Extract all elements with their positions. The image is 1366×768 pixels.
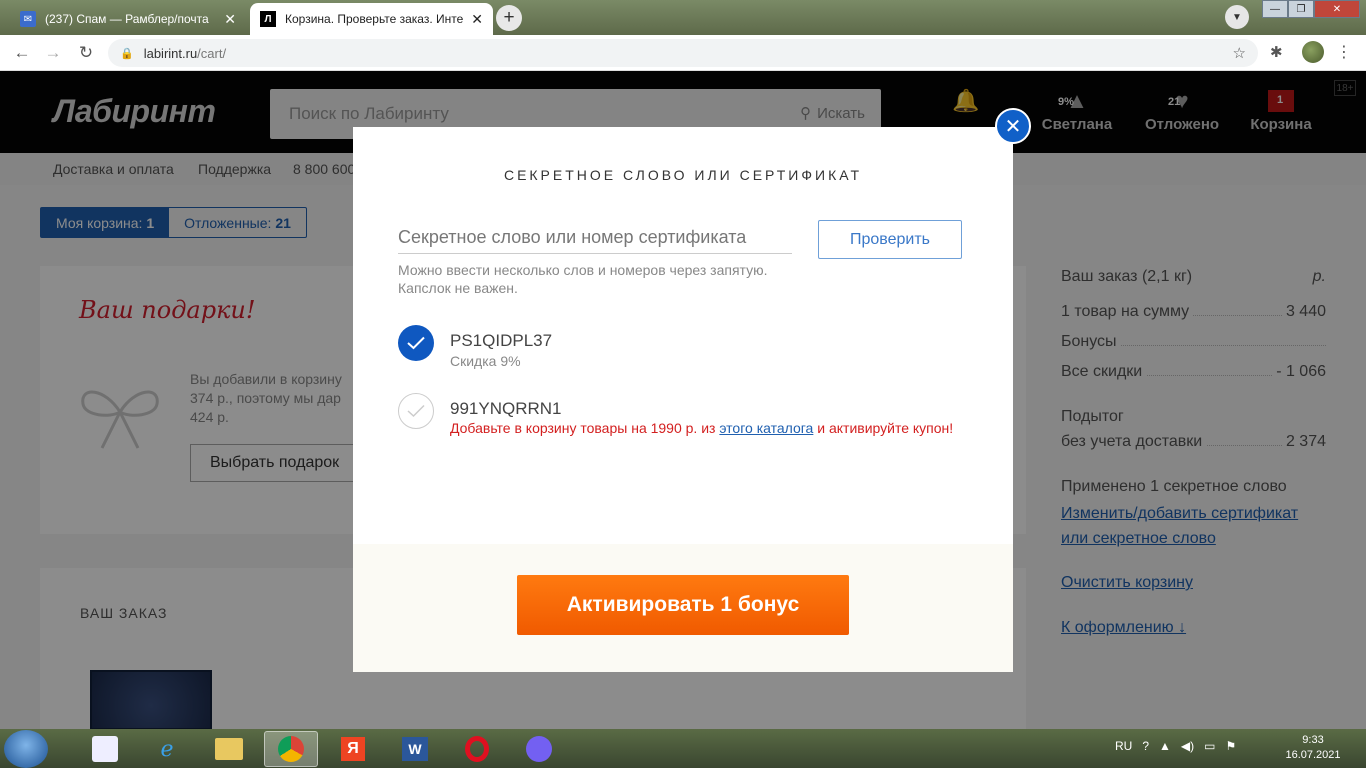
warning-text: и активируйте купон! (813, 420, 954, 436)
extensions-icon[interactable]: ✱ (1270, 43, 1283, 61)
word-icon[interactable]: W (388, 731, 442, 767)
mail-icon: ✉ (20, 11, 36, 27)
close-tab-icon[interactable]: ✕ (471, 11, 483, 28)
secret-word-input[interactable] (398, 222, 792, 254)
code-warning: Добавьте в корзину товары на 1990 р. из … (450, 419, 960, 437)
code-value: 991YNQRRN1 (450, 399, 562, 418)
minimize-window-button[interactable]: — (1262, 0, 1288, 18)
warning-text: Добавьте в корзину товары на 1990 р. из (450, 420, 720, 436)
code-note: Скидка 9% (450, 353, 521, 369)
volume-icon[interactable]: ◀) (1181, 739, 1194, 753)
opera-icon[interactable] (450, 731, 504, 767)
bookmark-star-icon[interactable]: ☆ (1233, 44, 1246, 62)
close-window-button[interactable]: ✕ (1314, 0, 1360, 18)
clock-time: 9:33 (1302, 734, 1324, 746)
input-hint: Можно ввести несколько слов и номеров че… (398, 261, 818, 297)
flag-icon[interactable]: ⚑ (1226, 739, 1237, 753)
close-tab-icon[interactable]: ✕ (224, 11, 236, 28)
url-path: /cart/ (197, 45, 227, 61)
address-bar: ← → ↻ 🔒 labirint.ru/cart/ ☆ ✱ ⋮ (0, 35, 1366, 71)
yandex-browser-icon[interactable]: Я (326, 731, 380, 767)
ie-icon[interactable]: ℯ (140, 731, 194, 767)
modal-title: СЕКРЕТНОЕ СЛОВО ИЛИ СЕРТИФИКАТ (503, 167, 863, 183)
tab-labirint-cart[interactable]: Л Корзина. Проверьте заказ. Инте ✕ (250, 3, 493, 35)
browser-tab-bar: ✉ (237) Спам — Рамблер/почта ✕ Л Корзина… (0, 0, 1366, 35)
start-button[interactable] (4, 730, 48, 768)
clock-date: 16.07.2021 (1285, 749, 1341, 761)
app-icon[interactable] (78, 731, 132, 767)
profile-avatar[interactable] (1302, 41, 1324, 63)
clock[interactable]: 9:33 16.07.2021 (1283, 733, 1343, 763)
viber-icon[interactable] (512, 731, 566, 767)
check-button[interactable]: Проверить (818, 220, 962, 259)
chrome-icon[interactable] (264, 731, 318, 767)
explorer-folder-icon[interactable] (202, 731, 256, 767)
close-icon[interactable]: ✕ (995, 108, 1031, 144)
forward-icon[interactable]: → (41, 41, 65, 65)
network-icon[interactable]: ▭ (1204, 739, 1215, 753)
checkmark-icon[interactable] (398, 325, 434, 361)
hint-line: Можно ввести несколько слов и номеров че… (398, 262, 768, 278)
reload-icon[interactable]: ↻ (74, 41, 98, 65)
code-value: PS1QIDPL37 (450, 331, 553, 350)
tab-rambler-mail[interactable]: ✉ (237) Спам — Рамблер/почта ✕ (10, 3, 246, 35)
certificate-modal: СЕКРЕТНОЕ СЛОВО ИЛИ СЕРТИФИКАТ Проверить… (353, 127, 1013, 672)
url-host: labirint.ru (143, 45, 198, 61)
catalog-link[interactable]: этого каталога (719, 420, 813, 436)
modal-footer: Активировать 1 бонус (353, 544, 1013, 672)
windows-taskbar: ℯ Я W RU ? ▲ ◀) ▭ ⚑ 9:33 16.07.2021 (0, 729, 1366, 768)
back-icon[interactable]: ← (10, 41, 34, 65)
lock-icon: 🔒 (120, 47, 134, 60)
tab-title: Корзина. Проверьте заказ. Инте (285, 12, 464, 26)
checkmark-icon[interactable] (398, 393, 434, 429)
activate-bonus-button[interactable]: Активировать 1 бонус (517, 575, 849, 635)
hint-line: Капслок не важен. (398, 280, 518, 296)
system-tray: RU ? ▲ ◀) ▭ ⚑ (1115, 739, 1236, 753)
browser-menu-icon[interactable]: ⋮ (1336, 42, 1352, 62)
tab-search-icon[interactable]: ▼ (1225, 5, 1249, 29)
labirint-favicon-icon: Л (260, 11, 276, 27)
help-icon[interactable]: ? (1142, 739, 1149, 753)
language-indicator[interactable]: RU (1115, 739, 1132, 753)
maximize-window-button[interactable]: ❐ (1288, 0, 1314, 18)
tray-expand-icon[interactable]: ▲ (1159, 739, 1171, 753)
url-field[interactable]: 🔒 labirint.ru/cart/ ☆ (108, 39, 1258, 67)
new-tab-button[interactable]: + (496, 5, 522, 31)
tab-title: (237) Спам — Рамблер/почта (45, 12, 209, 26)
